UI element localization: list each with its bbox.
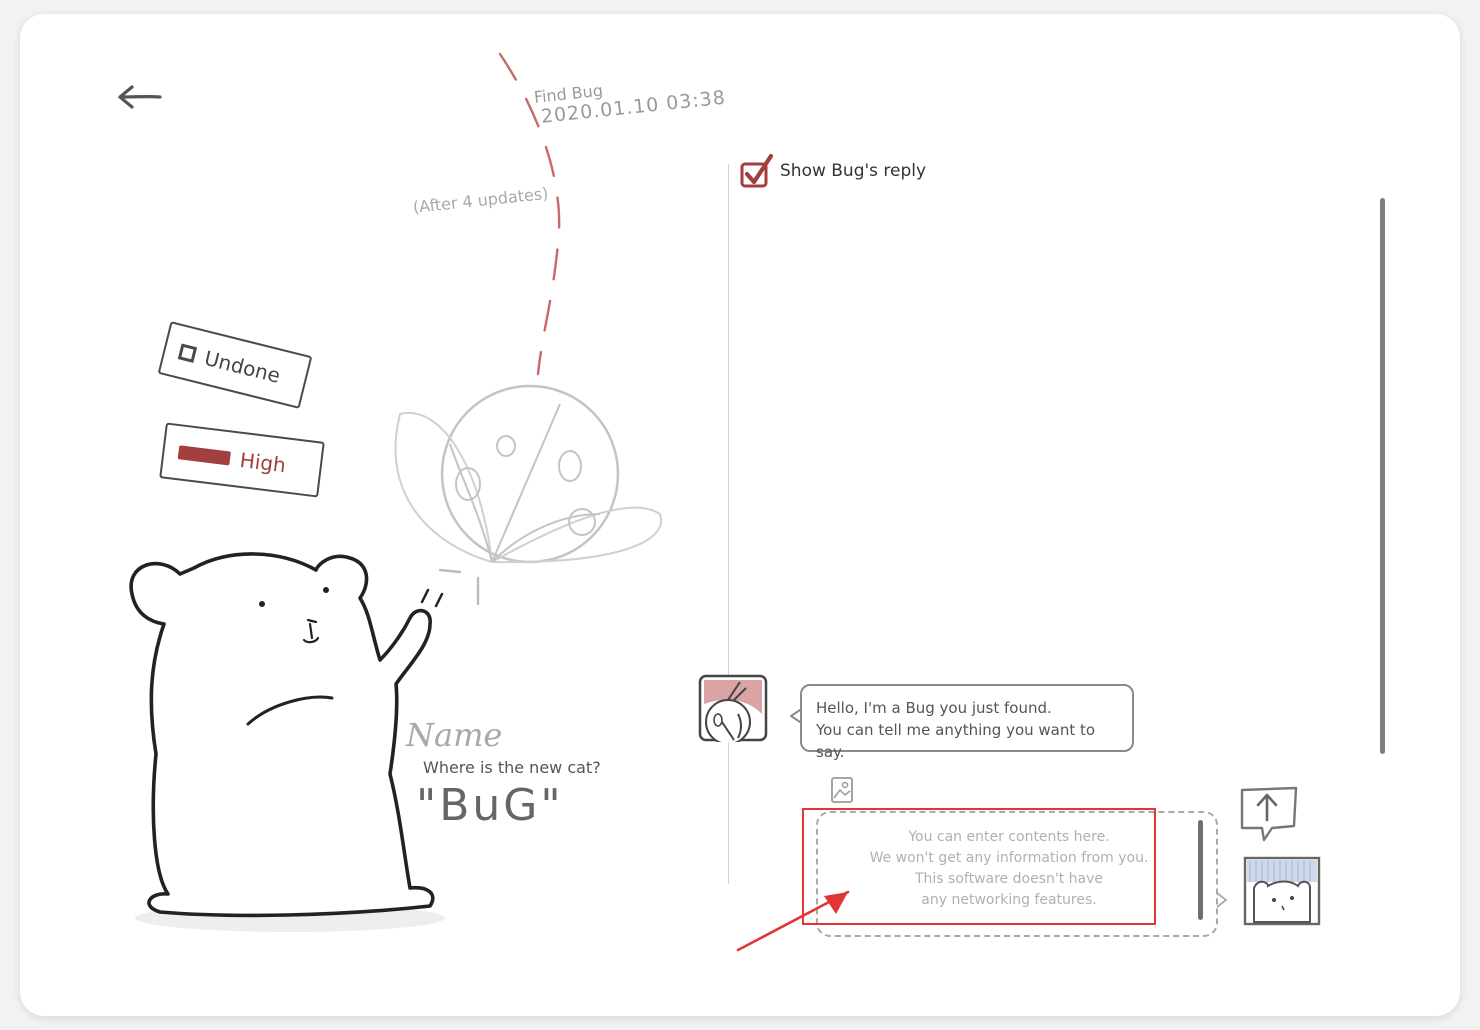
bug-avatar-icon [698, 674, 768, 745]
message-line-2: You can tell me anything you want to say… [816, 721, 1096, 761]
bug-name-value[interactable]: "BuG" [416, 780, 564, 831]
bug-avatar [698, 674, 768, 745]
app-window: Find Bug 2020.01.10 03:38 (After 4 updat… [20, 14, 1460, 1016]
show-reply-checkbox[interactable] [740, 153, 774, 188]
insert-image-button[interactable] [830, 776, 854, 808]
name-question: Where is the new cat? [423, 758, 601, 777]
back-button[interactable] [116, 80, 166, 116]
message-line-1: Hello, I'm a Bug you just found. [816, 699, 1052, 717]
status-tag[interactable]: Undone [157, 321, 313, 409]
name-label: Name [406, 716, 503, 754]
show-reply-label: Show Bug's reply [780, 161, 927, 181]
check-icon [740, 153, 774, 188]
priority-bar-icon [177, 445, 231, 466]
priority-tag[interactable]: High [159, 422, 325, 498]
back-arrow-icon [118, 85, 162, 109]
panel-divider [728, 164, 729, 884]
annotation-arrow [736, 890, 850, 952]
priority-tag-label: High [238, 447, 288, 478]
input-tail [1216, 892, 1228, 908]
input-scrollbar[interactable] [1198, 820, 1203, 920]
send-button[interactable] [1238, 786, 1300, 848]
bear-stamp-icon [1243, 856, 1321, 926]
image-icon [831, 777, 853, 803]
undone-square-icon [177, 343, 198, 363]
chat-scrollbar[interactable] [1380, 198, 1385, 754]
status-tag-label: Undone [202, 345, 283, 388]
send-up-arrow-icon [1240, 786, 1298, 842]
show-reply-toggle[interactable]: Show Bug's reply [740, 153, 927, 188]
message-bubble: Hello, I'm a Bug you just found. You can… [800, 684, 1134, 761]
